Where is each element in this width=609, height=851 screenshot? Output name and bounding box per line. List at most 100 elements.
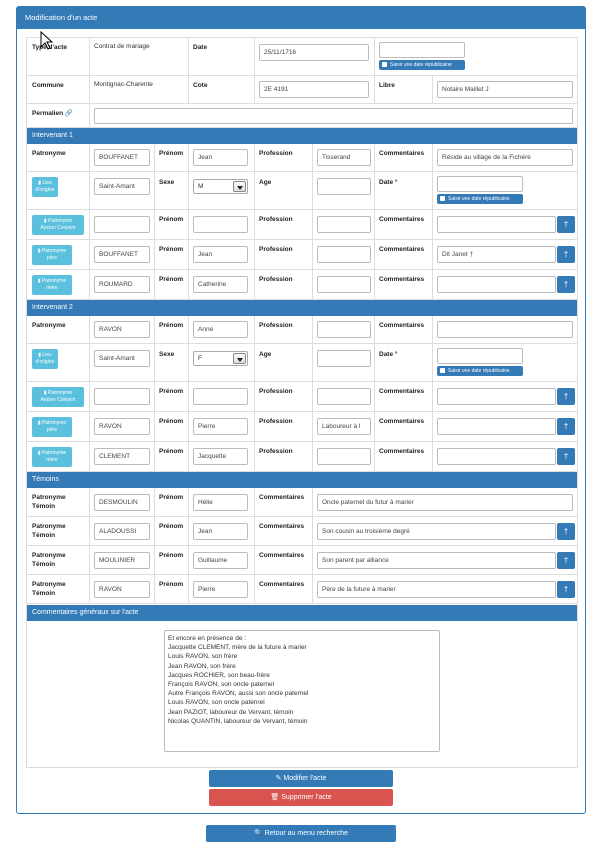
i2-mere-commentaires-input[interactable] <box>437 448 556 465</box>
dagger-button[interactable]: † <box>557 523 575 540</box>
i2-age-input[interactable] <box>317 350 371 367</box>
i2-mere-patronyme-input[interactable]: CLEMENT <box>94 448 150 465</box>
commentaires-generaux-textarea[interactable]: Et encore en présence de : Jacquette CLE… <box>164 630 440 752</box>
temoin-prenom-input[interactable]: Jean <box>193 523 248 540</box>
i2-pere-commentaires-input[interactable] <box>437 418 556 435</box>
checkbox-icon[interactable] <box>440 368 445 374</box>
i2-profession-input[interactable] <box>317 321 371 338</box>
libre-label: Libre <box>379 82 395 89</box>
i1-lieu-input[interactable]: Saint-Amant <box>94 178 150 195</box>
i2-sexe-select[interactable]: F <box>193 351 248 366</box>
i2-date-input[interactable] <box>437 348 523 364</box>
sexe-label: Sexe <box>159 179 175 186</box>
checkbox-icon[interactable] <box>440 196 445 202</box>
lieu-origine-button[interactable]: ▮ Lieu d'origine <box>32 177 58 197</box>
profession-label: Profession <box>259 388 293 395</box>
temoin-patronyme-input[interactable]: RAVON <box>94 581 150 598</box>
cote-input[interactable]: 2E 4191 <box>259 81 369 98</box>
pere-button[interactable]: ▮ Patronyme père <box>32 417 72 437</box>
i1-mere-profession-input[interactable] <box>317 276 371 293</box>
i2-pere-profession-input[interactable]: Laboureur à l <box>317 418 371 435</box>
temoin-commentaires-input[interactable]: Son cousin au troisième degré <box>317 523 556 540</box>
i1-pere-prenom-input[interactable]: Jean <box>193 246 248 263</box>
ancien-conjoint-button[interactable]: ▮ Patronyme Ancien Conjoint <box>32 215 84 235</box>
dagger-button[interactable]: † <box>557 552 575 569</box>
mouse-cursor-icon <box>40 31 54 50</box>
i1-row-pere: ▮ Patronyme père BOUFFANET Prénom Jean Pr… <box>27 240 577 270</box>
i1-mere-prenom-input[interactable]: Catherine <box>193 276 248 293</box>
i2-row-pere: ▮ Patronyme père RAVON Prénom Pierre Prof… <box>27 412 577 442</box>
i1-pere-patronyme-input[interactable]: BOUFFANET <box>94 246 150 263</box>
i1-patronyme-input[interactable]: BOUFFANET <box>94 149 150 166</box>
i1-mere-commentaires-input[interactable] <box>437 276 556 293</box>
checkbox-icon[interactable] <box>382 62 387 68</box>
row-commune: Commune Montignac-Charente Cote 2E 4191 … <box>27 76 577 104</box>
chevron-down-icon[interactable] <box>233 353 246 364</box>
i1-ancien-prenom-input[interactable] <box>193 216 248 233</box>
i1-pere-profession-input[interactable] <box>317 246 371 263</box>
i2-ancien-prenom-input[interactable] <box>193 388 248 405</box>
i1-commentaires-input[interactable]: Réside au village de la Fichère <box>437 149 573 166</box>
republican-date-toggle[interactable]: Saisir une date républicaine <box>379 60 465 70</box>
dagger-button[interactable]: † <box>557 246 575 263</box>
mere-button[interactable]: ▮ Patronyme mère <box>32 447 72 467</box>
i1-ancien-commentaires-input[interactable] <box>437 216 556 233</box>
mere-button[interactable]: ▮ Patronyme mère <box>32 275 72 295</box>
i2-ancien-patronyme-input[interactable] <box>94 388 150 405</box>
section-intervenant-2: Intervenant 2 <box>27 300 577 316</box>
commentaires-label: Commentaires <box>379 418 425 425</box>
libre-input[interactable]: Notaire Maillet J <box>437 81 573 98</box>
i2-ancien-profession-input[interactable] <box>317 388 371 405</box>
i2-row-mere: ▮ Patronyme mère CLEMENT Prénom Jacquette… <box>27 442 577 472</box>
i2-commentaires-input[interactable] <box>437 321 573 338</box>
i1-pere-commentaires-input[interactable]: Dit Janet † <box>437 246 556 263</box>
temoin-prenom-input[interactable]: Guillaume <box>193 552 248 569</box>
i1-ancien-patronyme-input[interactable] <box>94 216 150 233</box>
dagger-button[interactable]: † <box>557 581 575 598</box>
i1-prenom-input[interactable]: Jean <box>193 149 248 166</box>
i1-sexe-select[interactable]: M <box>193 179 248 194</box>
i2-pere-patronyme-input[interactable]: RAVON <box>94 418 150 435</box>
dagger-button[interactable]: † <box>557 388 575 405</box>
comment-line: Louis RAVON, son oncle paternel <box>168 699 265 707</box>
i1-mere-patronyme-input[interactable]: ROUMARD <box>94 276 150 293</box>
date-input[interactable]: 25/11/1716 <box>259 44 369 61</box>
i1-republican-toggle[interactable]: Saisir une date républicaine <box>437 194 523 204</box>
temoin-prenom-input[interactable]: Pierre <box>193 581 248 598</box>
temoin-commentaires-input[interactable]: Oncle paternel du futur à marier <box>317 494 573 511</box>
i1-age-input[interactable] <box>317 178 371 195</box>
retour-recherche-button[interactable]: 🔍 Retour au menu recherche <box>206 825 396 842</box>
dagger-button[interactable]: † <box>557 276 575 293</box>
commentaires-label: Commentaires <box>259 581 305 588</box>
temoin-patronyme-input[interactable]: DESMOULIN <box>94 494 150 511</box>
ancien-conjoint-button[interactable]: ▮ Patronyme Ancien Conjoint <box>32 387 84 407</box>
permalien-input[interactable] <box>94 108 573 124</box>
lieu-origine-button[interactable]: ▮ Lieu d'origine <box>32 349 58 369</box>
i2-republican-toggle[interactable]: Saisir une date républicaine <box>437 366 523 376</box>
republican-date-input[interactable] <box>379 42 465 58</box>
i1-ancien-profession-input[interactable] <box>317 216 371 233</box>
i1-date-input[interactable] <box>437 176 523 192</box>
modifier-acte-button[interactable]: ✎ Modifier l'acte <box>209 770 393 787</box>
pere-button[interactable]: ▮ Patronyme père <box>32 245 72 265</box>
i2-mere-profession-input[interactable] <box>317 448 371 465</box>
i2-prenom-input[interactable]: Anne <box>193 321 248 338</box>
chevron-down-icon[interactable] <box>233 181 246 192</box>
i1-profession-input[interactable]: Tisserand <box>317 149 371 166</box>
temoin-patronyme-input[interactable]: ALADOUSSI <box>94 523 150 540</box>
i2-ancien-commentaires-input[interactable] <box>437 388 556 405</box>
temoin-prenom-input[interactable]: Hélie <box>193 494 248 511</box>
supprimer-acte-button[interactable]: 🗑 Supprimer l'acte <box>209 789 393 806</box>
i2-pere-prenom-input[interactable]: Pierre <box>193 418 248 435</box>
dagger-button[interactable]: † <box>557 448 575 465</box>
i2-lieu-input[interactable]: Saint-Amant <box>94 350 150 367</box>
dagger-button[interactable]: † <box>557 418 575 435</box>
link-icon[interactable]: 🔗 <box>65 110 73 117</box>
i2-mere-prenom-input[interactable]: Jacquette <box>193 448 248 465</box>
temoin-patronyme-input[interactable]: MOULINIER <box>94 552 150 569</box>
permalien-label: Permalien 🔗 <box>32 110 73 117</box>
dagger-button[interactable]: † <box>557 216 575 233</box>
i2-patronyme-input[interactable]: RAVON <box>94 321 150 338</box>
temoin-commentaires-input[interactable]: Son parent par alliance <box>317 552 556 569</box>
temoin-commentaires-input[interactable]: Père de la future à marier <box>317 581 556 598</box>
